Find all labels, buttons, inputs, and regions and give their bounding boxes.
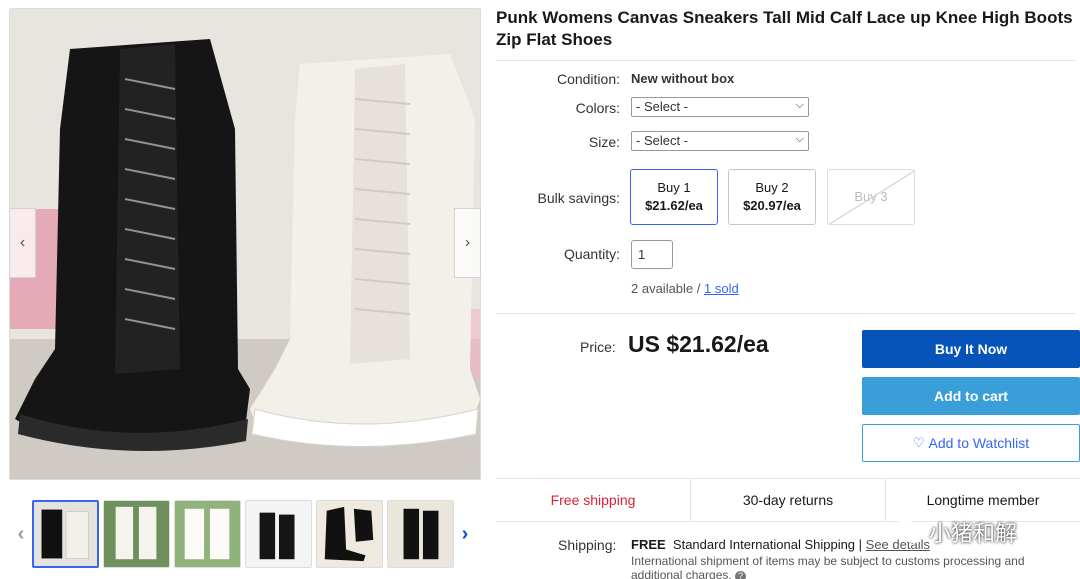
buy-it-now-button[interactable]: Buy It Now bbox=[862, 330, 1080, 368]
boots-photo bbox=[10, 9, 480, 479]
chevron-right-icon: › bbox=[464, 234, 471, 251]
shipping-note-text: International shipment of items may be s… bbox=[631, 554, 1025, 579]
thumbnail[interactable] bbox=[174, 500, 241, 568]
wechat-icon bbox=[893, 520, 923, 543]
info-icon[interactable]: ? bbox=[735, 571, 747, 579]
bulk-option-buy-1[interactable]: Buy 1 $21.62/ea bbox=[630, 169, 718, 225]
bulk-option-buy-3: Buy 3 bbox=[827, 169, 915, 225]
thumb-scroll-left-button[interactable]: ‹ bbox=[13, 522, 29, 546]
colors-selected-value: - Select - bbox=[636, 99, 689, 114]
watchlist-label: Add to Watchlist bbox=[928, 435, 1030, 451]
thumbnail-strip: ‹ › bbox=[9, 498, 481, 574]
shipping-note: International shipment of items may be s… bbox=[631, 554, 1051, 579]
shipping-label: Shipping: bbox=[558, 537, 617, 553]
condition-value: New without box bbox=[631, 71, 735, 86]
quantity-input[interactable]: 1 bbox=[631, 240, 673, 269]
shipping-line: FREE Standard International Shipping | S… bbox=[631, 537, 930, 552]
next-image-button[interactable]: › bbox=[454, 208, 481, 278]
add-to-watchlist-button[interactable]: ♡ Add to Watchlist bbox=[862, 424, 1080, 462]
heart-icon: ♡ bbox=[912, 435, 925, 450]
size-label: Size: bbox=[588, 134, 620, 150]
bulk-qty: Buy 1 bbox=[657, 180, 691, 195]
shipping-method: Standard International Shipping | bbox=[672, 537, 863, 552]
thumb-scroll-right-button[interactable]: › bbox=[457, 522, 473, 546]
chevron-right-icon: › bbox=[461, 522, 469, 545]
bulk-option-buy-2[interactable]: Buy 2 $20.97/ea bbox=[728, 169, 816, 225]
thumbnail[interactable] bbox=[387, 500, 454, 568]
main-product-image[interactable] bbox=[9, 8, 481, 480]
price-value: US $21.62/ea bbox=[628, 331, 769, 357]
bulk-price: $20.97/ea bbox=[743, 198, 801, 213]
condition-label: Condition: bbox=[556, 71, 620, 87]
colors-select[interactable]: - Select - ⌵ bbox=[631, 97, 809, 117]
bulk-qty: Buy 2 bbox=[755, 180, 789, 195]
size-selected-value: - Select - bbox=[636, 133, 689, 148]
thumbnail[interactable] bbox=[245, 500, 312, 568]
shipping-free: FREE bbox=[631, 537, 666, 552]
watermark: 小猪和解 bbox=[893, 516, 1017, 548]
availability: 2 available / 1 sold bbox=[631, 281, 739, 296]
add-to-cart-button[interactable]: Add to cart bbox=[862, 377, 1080, 415]
thumbnail[interactable] bbox=[103, 500, 170, 568]
product-title: Punk Womens Canvas Sneakers Tall Mid Cal… bbox=[496, 8, 1073, 49]
chevron-left-icon: ‹ bbox=[17, 522, 25, 545]
size-select[interactable]: - Select - ⌵ bbox=[631, 131, 809, 151]
chevron-down-icon: ⌵ bbox=[795, 133, 804, 145]
bulk-price: $21.62/ea bbox=[645, 198, 703, 213]
free-shipping-badge: Free shipping bbox=[496, 479, 691, 521]
prev-image-button[interactable]: ‹ bbox=[9, 208, 36, 278]
returns-badge: 30-day returns bbox=[691, 479, 886, 521]
chevron-down-icon: ⌵ bbox=[795, 99, 804, 111]
thumbnail[interactable] bbox=[316, 500, 383, 568]
bulk-savings-label: Bulk savings: bbox=[537, 190, 620, 206]
available-count: 2 available / bbox=[631, 281, 701, 296]
divider bbox=[496, 60, 1076, 61]
sold-link[interactable]: 1 sold bbox=[704, 281, 739, 296]
thumbnail[interactable] bbox=[32, 500, 99, 568]
longtime-member-badge: Longtime member bbox=[926, 492, 1040, 508]
chevron-left-icon: ‹ bbox=[19, 234, 26, 251]
divider bbox=[496, 313, 1076, 314]
thumbnail-list bbox=[32, 500, 454, 568]
bulk-qty: Buy 3 bbox=[828, 179, 914, 206]
watermark-text: 小猪和解 bbox=[929, 521, 1018, 546]
price-label: Price: bbox=[580, 339, 616, 355]
quantity-label: Quantity: bbox=[563, 246, 620, 262]
colors-label: Colors: bbox=[575, 100, 620, 116]
